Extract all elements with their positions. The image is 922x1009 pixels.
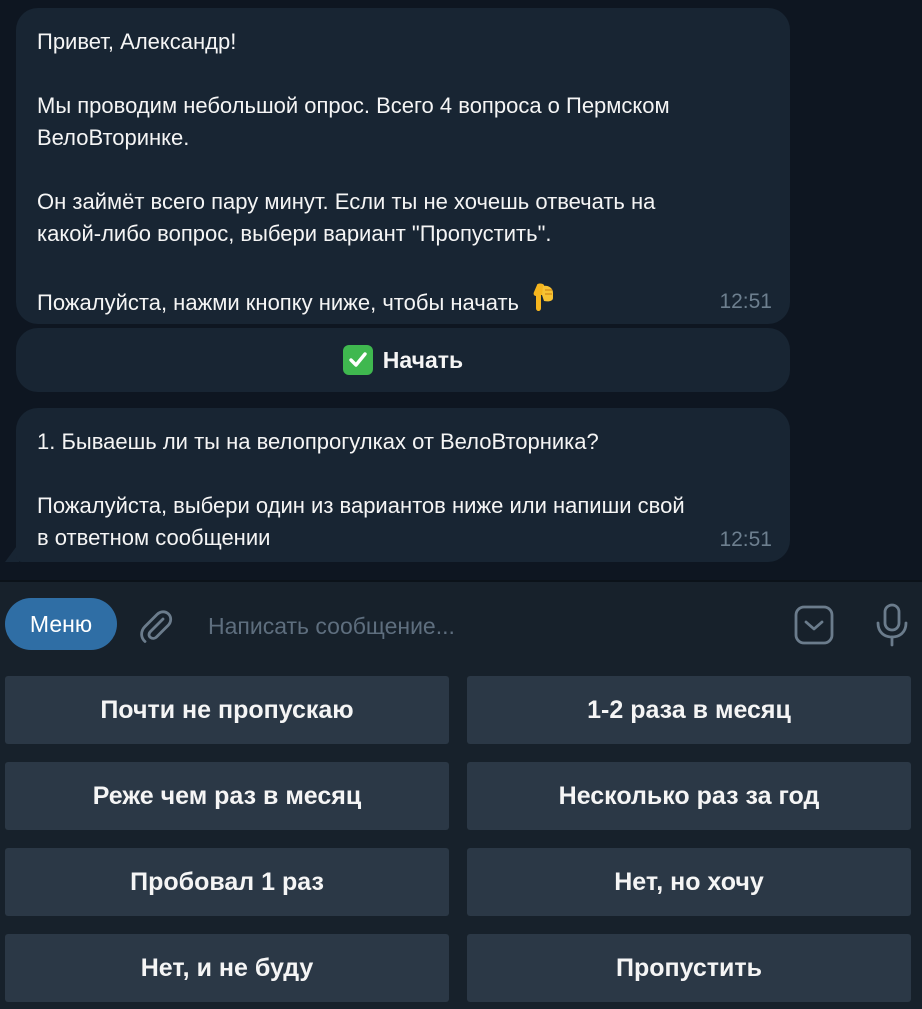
- message-line: какой-либо вопрос, выбери вариант "Пропу…: [37, 221, 552, 246]
- paperclip-icon[interactable]: [136, 606, 176, 646]
- reply-option-button[interactable]: 1-2 раза в месяц: [467, 676, 911, 744]
- menu-button[interactable]: Меню: [5, 598, 117, 650]
- pointing-down-emoji-icon: [531, 282, 557, 323]
- message-line: [37, 458, 770, 490]
- message-line: в ответном сообщении: [37, 525, 271, 550]
- reply-option-button[interactable]: Нет, но хочу: [467, 848, 911, 916]
- reply-keyboard: Почти не пропускаю 1-2 раза в месяц Реже…: [0, 668, 922, 1009]
- keyboard-toggle-icon[interactable]: [793, 604, 835, 646]
- message-composer: Меню: [0, 580, 922, 668]
- message-line: Он займёт всего пару минут. Если ты не х…: [37, 189, 656, 214]
- message-line: [37, 58, 770, 90]
- start-button[interactable]: Начать: [16, 328, 790, 392]
- reply-option-button[interactable]: Несколько раз за год: [467, 762, 911, 830]
- message-input[interactable]: [208, 604, 768, 648]
- chat-area[interactable]: Привет, Александр! Мы проводим небольшой…: [0, 0, 922, 580]
- reply-option-button[interactable]: Нет, и не буду: [5, 934, 449, 1002]
- message-line: Привет, Александр!: [37, 29, 237, 54]
- message-line: ВелоВторинке.: [37, 125, 190, 150]
- reply-option-button[interactable]: Пробовал 1 раз: [5, 848, 449, 916]
- message-timestamp: 12:51: [719, 528, 772, 551]
- message-timestamp: 12:51: [719, 290, 772, 313]
- message-line-last: Пожалуйста, нажми кнопку ниже, чтобы нач…: [37, 282, 770, 323]
- reply-option-button[interactable]: Почти не пропускаю: [5, 676, 449, 744]
- message-bubble-intro: Привет, Александр! Мы проводим небольшой…: [16, 8, 790, 324]
- reply-option-button[interactable]: Реже чем раз в месяц: [5, 762, 449, 830]
- check-mark-icon: [342, 345, 373, 375]
- message-line: [37, 154, 770, 186]
- skip-button[interactable]: Пропустить: [467, 934, 911, 1002]
- message-line: [37, 250, 770, 282]
- start-button-label: Начать: [382, 346, 464, 373]
- message-line-text: Пожалуйста, нажми кнопку ниже, чтобы нач…: [37, 290, 520, 315]
- message-line: Мы проводим небольшой опрос. Всего 4 воп…: [37, 93, 670, 118]
- message-bubble-question: 1. Бываешь ли ты на велопрогулках от Вел…: [16, 408, 790, 562]
- message-line: Пожалуйста, выбери один из вариантов ниж…: [37, 493, 685, 518]
- message-line: 1. Бываешь ли ты на велопрогулках от Вел…: [37, 429, 599, 454]
- microphone-icon[interactable]: [872, 602, 912, 648]
